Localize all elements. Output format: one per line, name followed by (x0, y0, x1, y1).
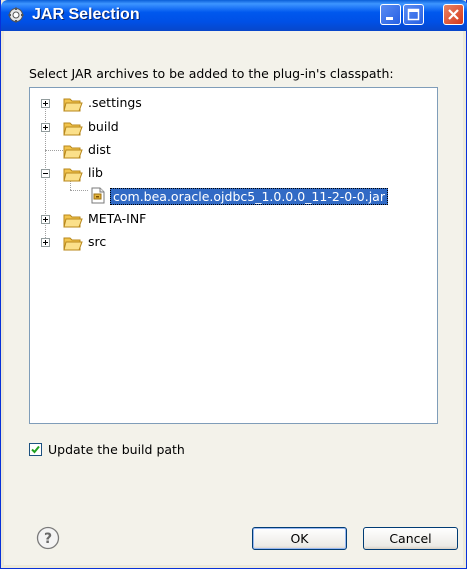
folder-icon (63, 214, 83, 228)
tree-item-label: dist (88, 142, 111, 157)
expand-icon[interactable] (41, 123, 50, 132)
dialog-title: JAR Selection (32, 6, 140, 23)
help-icon[interactable]: ? (36, 526, 60, 550)
minimize-icon (386, 17, 393, 20)
folder-icon (63, 145, 83, 159)
svg-text:?: ? (44, 531, 52, 547)
tree-item-src[interactable]: src (30, 233, 430, 253)
tree-item-label: lib (88, 165, 103, 180)
tree-item-build[interactable]: build (30, 118, 430, 138)
maximize-icon (407, 8, 420, 21)
update-build-path-checkbox[interactable] (29, 443, 42, 456)
cancel-button[interactable]: Cancel (363, 527, 458, 550)
title-bar[interactable]: JAR Selection (1, 0, 467, 31)
close-button[interactable] (443, 4, 464, 25)
minimize-button[interactable] (380, 4, 401, 25)
expand-icon[interactable] (41, 238, 50, 247)
ok-button[interactable]: OK (252, 527, 347, 550)
instructions-label: Select JAR archives to be added to the p… (29, 66, 394, 81)
checkmark-icon (31, 445, 40, 454)
tree-item-label: com.bea.oracle.ojdbc5_1.0.0.0_11-2-0-0.j… (110, 188, 388, 205)
tree-item-label: src (88, 234, 107, 249)
tree-item-meta-inf[interactable]: META-INF (30, 210, 430, 230)
jar-file-icon (91, 187, 105, 204)
folder-icon (63, 122, 83, 136)
open-folder-icon (63, 168, 83, 182)
update-build-path-label[interactable]: Update the build path (48, 442, 185, 457)
folder-icon (63, 98, 83, 112)
folder-icon (63, 237, 83, 251)
tree-item-label: META-INF (88, 211, 147, 226)
jar-tree[interactable]: .settings build dist lib com.bea.oracle.… (29, 87, 438, 424)
tree-item-lib[interactable]: lib (30, 164, 430, 184)
collapse-icon[interactable] (41, 169, 50, 178)
maximize-button[interactable] (403, 4, 424, 25)
tree-item-label: build (88, 119, 119, 134)
tree-item-jar[interactable]: com.bea.oracle.ojdbc5_1.0.0.0_11-2-0-0.j… (30, 187, 430, 207)
expand-icon[interactable] (41, 99, 50, 108)
expand-icon[interactable] (41, 215, 50, 224)
gear-icon (8, 7, 24, 23)
close-icon (448, 9, 459, 20)
tree-item-settings[interactable]: .settings (30, 94, 430, 114)
tree-item-dist[interactable]: dist (30, 141, 430, 161)
tree-item-label: .settings (88, 95, 142, 110)
jar-selection-dialog: JAR Selection Select JAR archives to be … (0, 0, 467, 569)
